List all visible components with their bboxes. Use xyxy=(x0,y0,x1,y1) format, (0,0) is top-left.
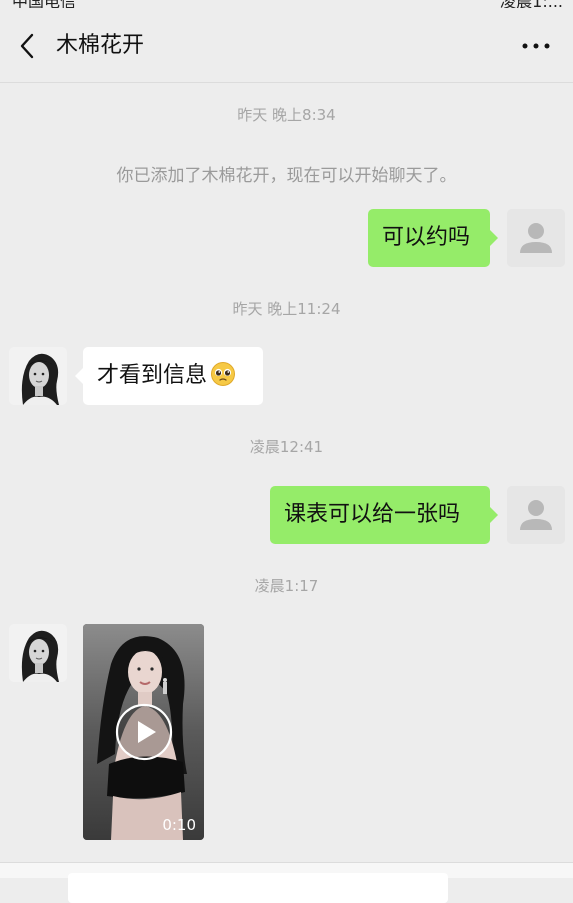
message-text: 可以约吗 xyxy=(382,225,471,250)
status-bar: 中国电信 凌晨1:... xyxy=(0,0,573,8)
message-timestamp: 昨天 晚上8:34 xyxy=(237,106,336,124)
status-time: 凌晨1:... xyxy=(500,0,563,8)
more-options-button[interactable] xyxy=(521,34,551,58)
message-timestamp: 凌晨1:17 xyxy=(254,577,319,595)
video-message[interactable]: 0:10 xyxy=(83,624,204,840)
video-duration: 0:10 xyxy=(162,816,196,834)
message-timestamp: 凌晨12:41 xyxy=(249,438,324,456)
outgoing-message-bubble[interactable]: 可以约吗 xyxy=(368,209,498,267)
contact-avatar-photo xyxy=(9,624,67,682)
contact-avatar-photo xyxy=(9,347,67,405)
message-timestamp: 昨天 晚上11:24 xyxy=(232,300,341,318)
system-message: 你已添加了木棉花开，现在可以开始聊天了。 xyxy=(116,166,457,186)
chevron-left-icon xyxy=(20,33,34,59)
incoming-message-bubble[interactable]: 才看到信息 xyxy=(75,347,263,405)
carrier-label: 中国电信 xyxy=(12,0,76,8)
self-avatar[interactable] xyxy=(507,486,565,544)
self-avatar[interactable] xyxy=(507,209,565,267)
back-button[interactable] xyxy=(14,30,40,62)
play-icon[interactable] xyxy=(115,703,173,761)
contact-avatar[interactable] xyxy=(9,347,67,405)
message-text: 课表可以给一张吗 xyxy=(284,502,461,527)
more-dots-icon xyxy=(522,43,550,49)
chat-header: 木棉花开 xyxy=(0,8,573,83)
default-avatar-icon xyxy=(507,486,565,544)
message-input[interactable] xyxy=(68,873,448,903)
chat-title: 木棉花开 xyxy=(56,33,145,58)
pleading-face-emoji xyxy=(211,362,236,386)
message-text: 才看到信息 xyxy=(97,363,208,388)
outgoing-message-bubble[interactable]: 课表可以给一张吗 xyxy=(270,486,498,544)
default-avatar-icon xyxy=(507,209,565,267)
contact-avatar[interactable] xyxy=(9,624,67,682)
input-bar xyxy=(0,862,573,903)
